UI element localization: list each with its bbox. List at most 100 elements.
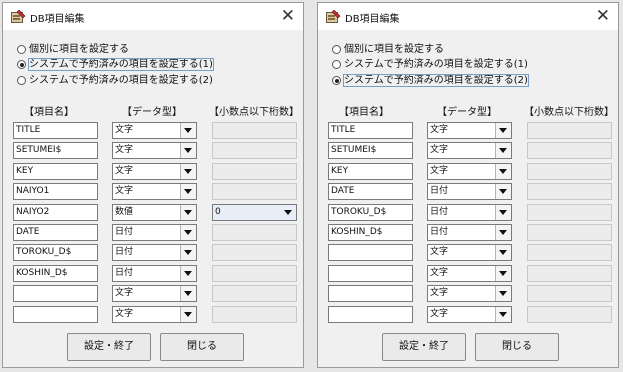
- dropdown-button[interactable]: [180, 123, 196, 138]
- data-type-select[interactable]: 文字: [112, 122, 197, 139]
- data-type-value: 文字: [430, 247, 449, 257]
- data-type-select[interactable]: 文字: [112, 306, 197, 323]
- radio-option-1[interactable]: 個別に項目を設定する: [332, 43, 444, 57]
- field-row: TOROKU_D$ 日付: [3, 244, 303, 261]
- radio-button-icon[interactable]: [332, 45, 341, 54]
- item-name-input[interactable]: NAIYO1: [13, 183, 98, 200]
- radio-button-icon[interactable]: [17, 76, 26, 85]
- radio-option-3[interactable]: システムで予約済みの項目を設定する(2): [17, 74, 213, 88]
- item-name-input[interactable]: [328, 306, 413, 323]
- dropdown-button[interactable]: [180, 225, 196, 240]
- chevron-down-icon: [499, 169, 507, 174]
- data-type-select[interactable]: 文字: [112, 183, 197, 200]
- dropdown-button[interactable]: [495, 164, 511, 179]
- chevron-down-icon: [184, 291, 192, 296]
- item-name-input[interactable]: TOROKU_D$: [13, 244, 98, 261]
- radio-option-1[interactable]: 個別に項目を設定する: [17, 43, 129, 57]
- column-header-decimal: 【小数点以下桁数】: [209, 107, 299, 118]
- data-type-select[interactable]: 文字: [112, 142, 197, 159]
- data-type-select[interactable]: 文字: [112, 285, 197, 302]
- item-name-input[interactable]: [328, 265, 413, 282]
- dropdown-button[interactable]: [495, 266, 511, 281]
- item-name-input[interactable]: TITLE: [13, 122, 98, 139]
- dropdown-button[interactable]: [495, 307, 511, 322]
- data-type-value: 文字: [115, 288, 134, 298]
- dropdown-button[interactable]: [180, 245, 196, 260]
- dropdown-button[interactable]: [180, 307, 196, 322]
- decimal-places-select: [212, 285, 297, 302]
- close-icon[interactable]: ✕: [596, 5, 610, 27]
- close-icon[interactable]: ✕: [281, 5, 295, 27]
- item-name-input[interactable]: KEY: [13, 163, 98, 180]
- data-type-select[interactable]: 日付: [427, 183, 512, 200]
- dropdown-button[interactable]: [180, 266, 196, 281]
- item-name-input[interactable]: TITLE: [328, 122, 413, 139]
- title-bar[interactable]: DB項目編集 ✕: [318, 3, 618, 30]
- item-name-input[interactable]: SETUMEI$: [328, 142, 413, 159]
- data-type-select[interactable]: 日付: [427, 204, 512, 221]
- title-bar[interactable]: DB項目編集 ✕: [3, 3, 303, 30]
- field-row: KOSHIN_D$ 日付: [3, 265, 303, 282]
- radio-option-3[interactable]: システムで予約済みの項目を設定する(2): [332, 74, 529, 88]
- dropdown-button[interactable]: [495, 123, 511, 138]
- radio-button-icon[interactable]: [332, 76, 341, 85]
- dropdown-button[interactable]: [495, 143, 511, 158]
- data-type-select[interactable]: 日付: [112, 224, 197, 241]
- item-name-input[interactable]: SETUMEI$: [13, 142, 98, 159]
- item-name-input[interactable]: NAIYO2: [13, 204, 98, 221]
- data-type-select[interactable]: 文字: [427, 163, 512, 180]
- dropdown-button[interactable]: [495, 184, 511, 199]
- field-row: SETUMEI$ 文字: [3, 142, 303, 159]
- radio-option-2[interactable]: システムで予約済みの項目を設定する(1): [332, 58, 528, 72]
- dropdown-button[interactable]: [495, 286, 511, 301]
- decimal-places-select: [212, 163, 297, 180]
- item-name-input[interactable]: TOROKU_D$: [328, 204, 413, 221]
- chevron-down-icon: [184, 271, 192, 276]
- dropdown-button[interactable]: [180, 164, 196, 179]
- dropdown-button[interactable]: [180, 184, 196, 199]
- dropdown-button[interactable]: [180, 205, 196, 220]
- decimal-places-select: [527, 244, 612, 261]
- data-type-select[interactable]: 文字: [427, 285, 512, 302]
- data-type-select[interactable]: 文字: [427, 244, 512, 261]
- item-name-input[interactable]: KOSHIN_D$: [328, 224, 413, 241]
- close-button[interactable]: 閉じる: [475, 333, 559, 361]
- decimal-places-select: [527, 224, 612, 241]
- data-type-select[interactable]: 文字: [427, 142, 512, 159]
- dropdown-button[interactable]: [495, 245, 511, 260]
- data-type-select[interactable]: 日付: [427, 224, 512, 241]
- db-item-edit-dialog-right: DB項目編集 ✕ 個別に項目を設定する システムで予約済みの項目を設定する(1) システ…: [317, 2, 619, 368]
- dropdown-button[interactable]: [495, 205, 511, 220]
- item-name-input[interactable]: DATE: [328, 183, 413, 200]
- column-header-name: 【項目名】: [24, 107, 74, 118]
- decimal-places-select: [212, 183, 297, 200]
- dropdown-button[interactable]: [180, 286, 196, 301]
- dropdown-button[interactable]: [495, 225, 511, 240]
- item-name-input[interactable]: KEY: [328, 163, 413, 180]
- item-name-input[interactable]: [13, 285, 98, 302]
- item-name-input[interactable]: DATE: [13, 224, 98, 241]
- item-name-input[interactable]: [328, 244, 413, 261]
- radio-button-icon[interactable]: [332, 60, 341, 69]
- apply-and-finish-button[interactable]: 設定・終了: [382, 333, 466, 361]
- radio-button-icon[interactable]: [17, 60, 26, 69]
- decimal-places-select[interactable]: 0: [212, 204, 297, 221]
- data-type-select[interactable]: 文字: [427, 265, 512, 282]
- item-name-input[interactable]: [328, 285, 413, 302]
- data-type-select[interactable]: 文字: [427, 122, 512, 139]
- radio-button-icon[interactable]: [17, 45, 26, 54]
- item-name-input[interactable]: [13, 306, 98, 323]
- apply-and-finish-button[interactable]: 設定・終了: [67, 333, 151, 361]
- data-type-select[interactable]: 文字: [112, 163, 197, 180]
- data-type-select[interactable]: 日付: [112, 244, 197, 261]
- decimal-places-select: [527, 142, 612, 159]
- data-type-select[interactable]: 数値: [112, 204, 197, 221]
- item-name-input[interactable]: KOSHIN_D$: [13, 265, 98, 282]
- data-type-select[interactable]: 日付: [112, 265, 197, 282]
- dropdown-button[interactable]: [180, 143, 196, 158]
- data-type-select[interactable]: 文字: [427, 306, 512, 323]
- close-button[interactable]: 閉じる: [160, 333, 244, 361]
- chevron-down-icon: [499, 312, 507, 317]
- dropdown-button[interactable]: [281, 205, 296, 220]
- radio-option-2[interactable]: システムで予約済みの項目を設定する(1): [17, 58, 214, 72]
